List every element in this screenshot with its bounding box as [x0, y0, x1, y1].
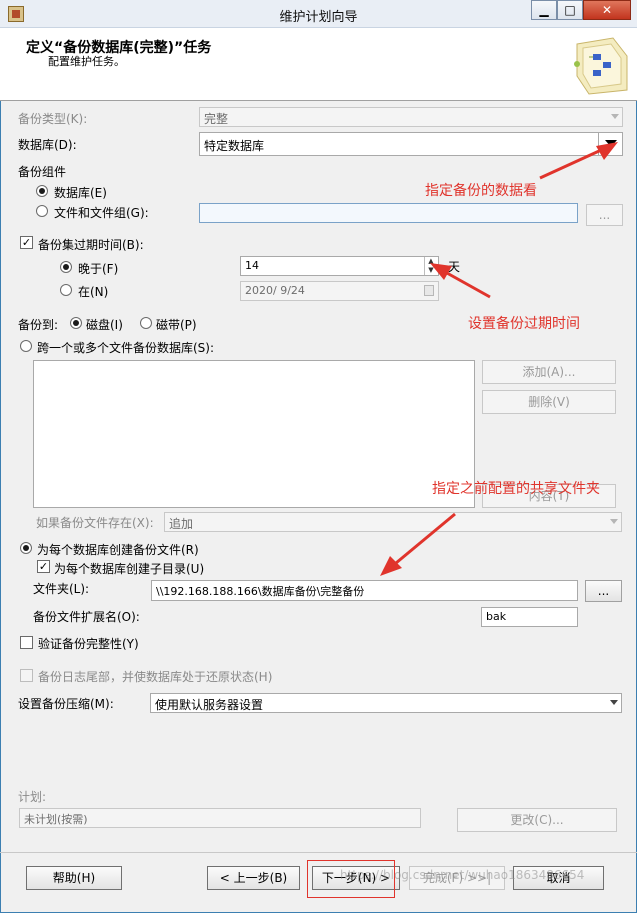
folder-arrow	[389, 512, 456, 570]
annotation-arrows	[380, 142, 618, 576]
database-arrowhead-icon	[596, 142, 618, 160]
expiry-arrowhead-icon	[430, 263, 452, 280]
